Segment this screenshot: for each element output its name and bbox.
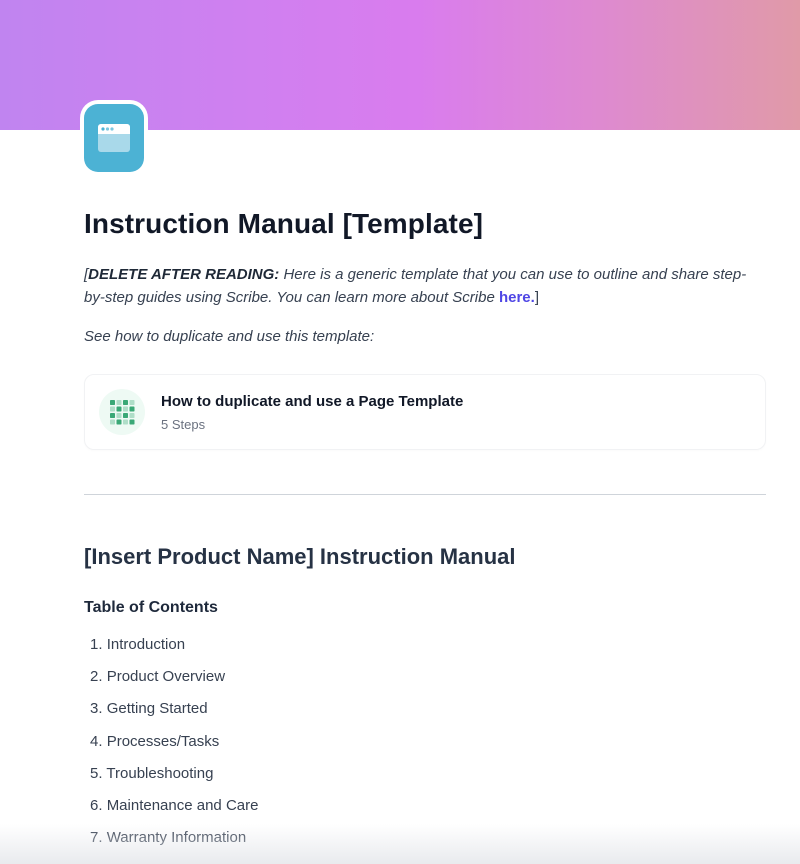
toc-label: Maintenance and Care	[106, 796, 259, 814]
toc-label: Introduction	[106, 636, 186, 653]
see-how-text: See how to duplicate and use this templa…	[84, 328, 375, 345]
grid-cell	[110, 400, 115, 405]
page-icon[interactable]	[84, 104, 144, 172]
grid-cell	[123, 413, 128, 418]
scribe-grid-graphic	[110, 400, 135, 425]
grid-cell	[129, 419, 135, 425]
toc-item[interactable]: 6. Maintenance and Care	[90, 795, 258, 827]
grid-cell	[110, 419, 115, 425]
intro-close-bracket: ]	[534, 289, 539, 306]
grid-cell	[116, 413, 122, 418]
grid-cell	[116, 406, 122, 412]
grid-cell	[129, 413, 135, 418]
intro-bold-label: DELETE AFTER READING:	[88, 266, 280, 283]
grid-cell	[116, 400, 122, 405]
toc-label: Processes/Tasks	[106, 732, 220, 750]
toc-item[interactable]: 4. Processes/Tasks	[90, 731, 258, 763]
toc-number: 5.	[90, 764, 103, 782]
toc-number: 6.	[90, 796, 103, 814]
toc-number: 4.	[90, 732, 103, 750]
grid-cell	[129, 406, 135, 412]
toc-number: 2.	[90, 668, 103, 686]
toc-number: 3.	[90, 700, 103, 718]
toc-item[interactable]: 3. Getting Started	[90, 698, 258, 730]
intro-note: [DELETE AFTER READING: Here is a generic…	[84, 263, 766, 309]
toc-number: 7.	[90, 829, 103, 847]
toc-item[interactable]: 5. Troubleshooting	[90, 763, 258, 795]
scribe-grid-icon	[99, 389, 145, 435]
grid-cell	[123, 419, 128, 425]
grid-cell	[110, 413, 115, 418]
scribe-card-title[interactable]: How to duplicate and use a Page Template	[161, 393, 463, 410]
divider	[84, 494, 766, 495]
toc-item[interactable]: 1. Introduction	[90, 634, 258, 666]
page-title: Instruction Manual [Template]	[84, 208, 484, 239]
toc-number: 1.	[90, 636, 103, 653]
grid-cell	[123, 400, 128, 405]
grid-cell	[123, 406, 128, 412]
grid-cell	[110, 406, 115, 412]
page-icon-frame[interactable]	[80, 100, 148, 174]
grid-cell	[116, 419, 122, 425]
toc-item[interactable]: 7. Warranty Information	[90, 827, 258, 859]
scribe-link[interactable]: here.	[499, 289, 535, 306]
toc-heading: Table of Contents	[84, 599, 218, 616]
scribe-embed-card[interactable]: How to duplicate and use a Page Template…	[84, 374, 766, 450]
toc-label: Troubleshooting	[106, 764, 214, 782]
scribe-card-steps: 5 Steps	[161, 417, 206, 432]
section-heading: [Insert Product Name] Instruction Manual	[84, 544, 516, 569]
toc-label: Warranty Information	[106, 829, 247, 847]
browser-window-icon	[98, 124, 130, 152]
table-of-contents: 1. Introduction 2. Product Overview 3. G…	[90, 634, 258, 859]
toc-item[interactable]: 2. Product Overview	[90, 666, 258, 698]
toc-label: Getting Started	[106, 700, 208, 718]
grid-cell	[129, 400, 135, 405]
toc-label: Product Overview	[106, 668, 226, 686]
